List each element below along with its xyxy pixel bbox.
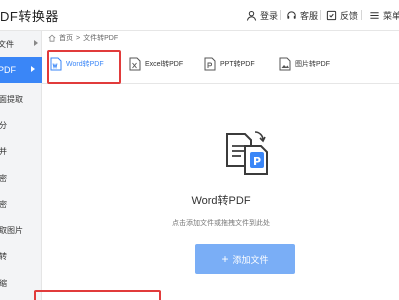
sidebar-item-label: 密: [0, 173, 7, 183]
sidebar-item-label: 缩: [0, 278, 7, 288]
tab-image-to-pdf[interactable]: 图片转PDF: [279, 45, 330, 83]
add-file-button[interactable]: + 添加文件: [195, 244, 295, 274]
word-to-pdf-icon: P: [226, 131, 268, 175]
menu-button[interactable]: 菜单: [369, 9, 399, 22]
headset-icon: [287, 11, 296, 19]
sidebar-item-label: 并: [0, 146, 7, 156]
sidebar-item-label: 取图片: [0, 225, 23, 235]
sidebar-item-label: 分: [0, 120, 7, 130]
sidebar-item-label: 面提取: [0, 94, 23, 104]
service-label: 客服: [300, 11, 319, 21]
breadcrumb-separator: >: [76, 34, 81, 42]
plus-icon: +: [221, 252, 229, 266]
sidebar-item-merge[interactable]: 并: [0, 138, 42, 164]
toolbar-divider: [320, 10, 321, 20]
home-icon: [48, 34, 56, 42]
tab-ppt-to-pdf[interactable]: PPT转PDF: [204, 45, 255, 83]
breadcrumb-current: 文件转PDF: [83, 35, 119, 42]
login-label: 登录: [260, 11, 279, 21]
sidebar: 文件 PDF 面提取 分 并 密 密 取图片 转 缩: [0, 31, 42, 300]
add-file-label: 添加文件: [232, 254, 269, 265]
sidebar-item-decrypt[interactable]: 密: [0, 191, 42, 217]
sidebar-item-extract-page[interactable]: 面提取: [0, 86, 42, 112]
toolbar-divider: [361, 10, 362, 20]
excel-document-icon: [129, 57, 141, 71]
sidebar-item-split[interactable]: 分: [0, 112, 42, 138]
sidebar-item-encrypt[interactable]: 密: [0, 165, 42, 191]
sidebar-item-extract-images[interactable]: 取图片: [0, 217, 42, 243]
feedback-label: 反馈: [340, 11, 359, 21]
caret-right-icon: [31, 66, 35, 72]
sidebar-item-convert[interactable]: 转: [0, 243, 42, 269]
sidebar-item-pdf[interactable]: PDF: [0, 57, 42, 83]
conversion-title: Word转PDF: [191, 195, 251, 207]
breadcrumb: 首页 > 文件转PDF: [48, 33, 118, 43]
drop-hint: 点击添加文件或拖拽文件到此处: [172, 220, 270, 227]
sidebar-item-label: 文件: [0, 39, 14, 49]
tab-excel-to-pdf[interactable]: Excel转PDF: [129, 45, 183, 83]
caret-right-icon: [34, 40, 38, 46]
ppt-document-icon: [204, 57, 216, 71]
tab-label: 图片转PDF: [295, 61, 330, 68]
sidebar-item-label: 转: [0, 251, 7, 261]
image-document-icon: [279, 57, 291, 71]
login-button[interactable]: 登录: [246, 9, 278, 22]
sidebar-item-label: PDF: [0, 65, 16, 75]
title-bar: DF转换器 登录 客服 反馈 菜单: [0, 0, 399, 31]
tab-label: Excel转PDF: [145, 61, 184, 68]
menu-icon: [370, 12, 379, 19]
feedback-icon: [326, 10, 337, 21]
breadcrumb-home[interactable]: 首页: [59, 33, 73, 43]
highlight-box: [47, 50, 121, 84]
user-icon: [246, 10, 257, 21]
highlight-box: [34, 290, 161, 300]
sidebar-item-label: 密: [0, 199, 7, 209]
feedback-button[interactable]: 反馈: [326, 9, 358, 22]
svg-text:P: P: [253, 155, 261, 168]
sidebar-item-file[interactable]: 文件: [0, 31, 42, 57]
tab-label: PPT转PDF: [220, 61, 255, 68]
app-title: DF转换器: [0, 9, 59, 24]
customer-service-button[interactable]: 客服: [286, 9, 318, 22]
menu-label: 菜单: [383, 11, 399, 21]
toolbar-divider: [280, 10, 281, 20]
